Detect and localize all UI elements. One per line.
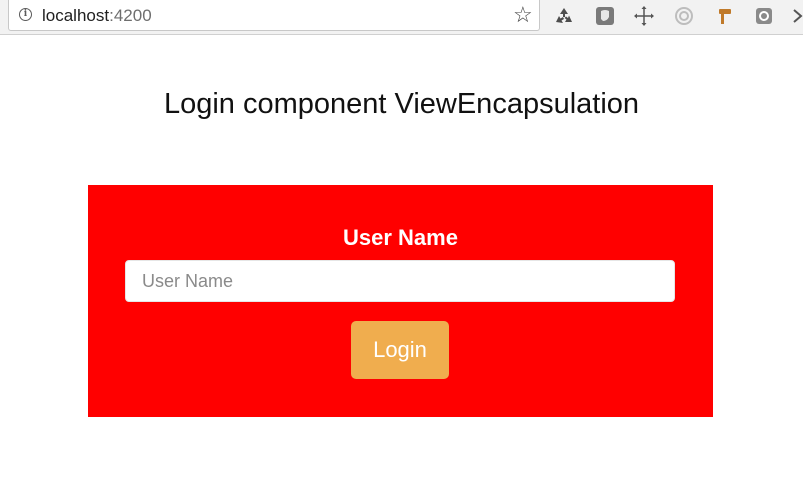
url-text[interactable]: localhost:4200: [42, 6, 152, 26]
recycle-icon[interactable]: [553, 5, 575, 27]
record-icon[interactable]: [753, 5, 775, 27]
login-panel: User Name Login: [88, 185, 713, 417]
address-bar[interactable]: i localhost:4200 ☆: [8, 0, 540, 31]
url-port: :4200: [109, 6, 152, 25]
username-input[interactable]: [125, 260, 675, 302]
star-icon[interactable]: ☆: [513, 2, 533, 28]
page-title: Login component ViewEncapsulation: [163, 88, 640, 120]
pin-icon[interactable]: [714, 5, 736, 27]
shield-icon[interactable]: [594, 5, 616, 27]
login-button[interactable]: Login: [351, 321, 449, 379]
overflow-icon[interactable]: [792, 5, 803, 27]
username-label: User Name: [343, 225, 458, 250]
settings-icon[interactable]: [673, 5, 695, 27]
move-icon[interactable]: [633, 5, 655, 27]
browser-toolbar: i localhost:4200 ☆: [0, 0, 803, 35]
info-icon[interactable]: i: [19, 8, 32, 21]
url-host: localhost: [42, 6, 110, 25]
